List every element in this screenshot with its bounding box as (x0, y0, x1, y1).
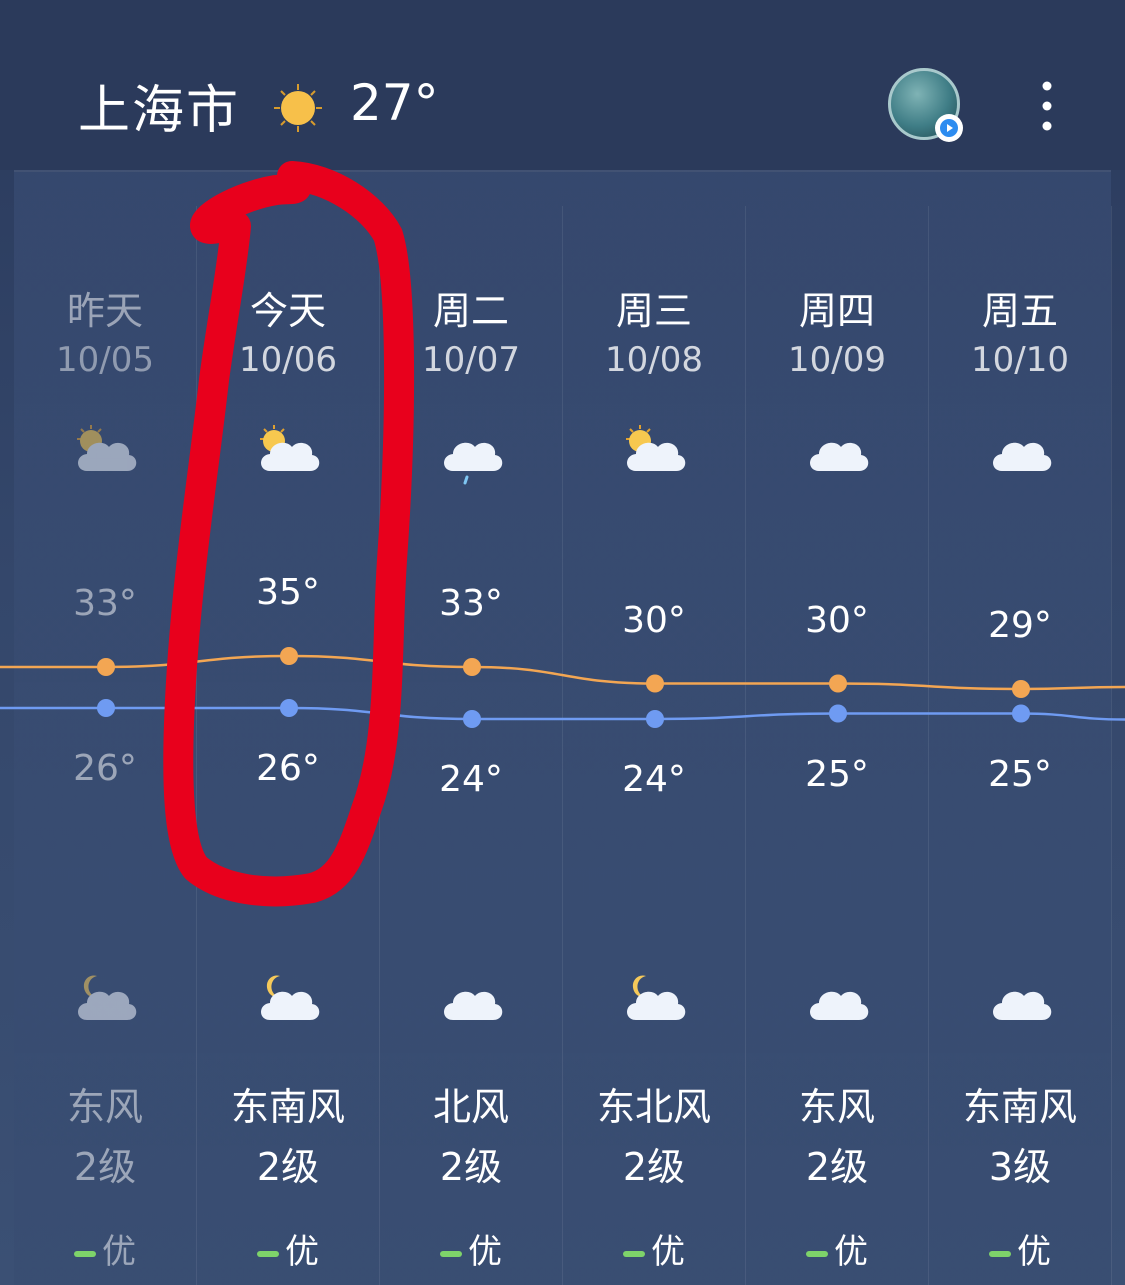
air-quality-indicator (440, 1250, 462, 1257)
wind-direction: 东北风 (596, 1085, 711, 1129)
partly-cloudy-icon (77, 425, 137, 471)
air-quality: 优 (14, 1224, 196, 1273)
low-temperature: 24° (622, 759, 686, 800)
date-label: 10/08 (605, 340, 703, 380)
air-quality-label: 优 (1017, 1232, 1051, 1272)
air-quality-label: 优 (102, 1232, 136, 1272)
sun-icon (274, 84, 322, 132)
light-rain-icon (444, 442, 503, 485)
cloudy-night-icon (627, 975, 686, 1020)
high-temperature: 33° (439, 583, 503, 624)
low-temperature: 24° (439, 759, 503, 800)
current-temperature: 27° (350, 74, 439, 132)
cloudy-night-icon (261, 975, 320, 1020)
high-temperature: 35° (256, 572, 320, 613)
forecast-day-column[interactable]: 周二 10/07 33° 24° 北风 2级优 (380, 206, 563, 1285)
wind-level: 2级 (805, 1145, 869, 1189)
air-quality: 优 (563, 1224, 745, 1273)
cloud-icon (993, 991, 1052, 1020)
date-label: 10/10 (971, 340, 1069, 380)
low-temperature: 25° (988, 753, 1052, 795)
air-quality-label: 优 (651, 1232, 685, 1272)
date-label: 10/07 (422, 340, 520, 380)
wind-level: 2级 (439, 1145, 503, 1189)
partly-cloudy-icon (626, 425, 686, 471)
low-temperature: 26° (256, 748, 320, 789)
wind-level: 3级 (988, 1145, 1052, 1189)
wind-level: 2级 (73, 1145, 137, 1189)
air-quality-indicator (623, 1250, 645, 1257)
cloudy-night-icon (78, 975, 137, 1020)
air-quality-label: 优 (285, 1232, 319, 1272)
day-label: 昨天 (66, 289, 143, 333)
day-label: 周五 (981, 289, 1058, 333)
air-quality-indicator (74, 1250, 96, 1257)
low-temperature: 26° (73, 748, 137, 789)
day-label: 周三 (615, 289, 692, 333)
wind-level: 2级 (256, 1145, 320, 1189)
air-quality-label: 优 (468, 1232, 502, 1272)
top-bar: 上海市 27° (0, 0, 1125, 170)
cloud-icon (993, 442, 1052, 471)
partly-cloudy-icon (260, 425, 320, 471)
wind-direction: 东风 (798, 1085, 875, 1129)
air-quality: 优 (929, 1224, 1111, 1273)
day-label: 今天 (249, 289, 326, 333)
forecast-day-column[interactable]: 周三 10/08 30° 24° 东北风 2级优 (563, 206, 746, 1285)
air-quality-indicator (257, 1250, 279, 1257)
cloud-icon (444, 991, 503, 1020)
wind-direction: 东南风 (230, 1085, 345, 1129)
day-label: 周四 (798, 289, 875, 333)
date-label: 10/05 (56, 340, 154, 380)
high-temperature: 29° (988, 605, 1052, 646)
more-vertical-icon[interactable] (1030, 78, 1064, 134)
forecast-day-column[interactable]: 昨天 10/05 33° 26° 东风 2级优 (14, 206, 197, 1285)
low-temperature: 25° (805, 753, 869, 795)
wind-direction: 东风 (66, 1085, 143, 1129)
play-badge-icon (935, 114, 963, 142)
city-name[interactable]: 上海市 (78, 68, 240, 143)
cloud-icon (810, 991, 869, 1020)
air-quality-indicator (806, 1250, 828, 1257)
air-quality-indicator (989, 1250, 1011, 1257)
forecast-day-column[interactable]: 今天 10/06 35° 26° 东南风 2级优 (197, 206, 380, 1285)
air-quality: 优 (746, 1224, 928, 1273)
air-quality: 优 (380, 1224, 562, 1273)
air-quality-label: 优 (834, 1232, 868, 1272)
wind-level: 2级 (622, 1145, 686, 1189)
cloud-icon (810, 442, 869, 471)
wind-direction: 东南风 (962, 1085, 1077, 1129)
high-temperature: 30° (805, 599, 869, 641)
high-temperature: 33° (73, 583, 137, 624)
forecast-day-column[interactable]: 周四 10/09 30° 25° 东风 2级优 (746, 206, 929, 1285)
weather-app: 上海市 27° 昨天 10/05 33° 26° 东风 2级优 今天 10/06 35° 26° 东… (0, 0, 1125, 1285)
high-temperature: 30° (622, 599, 686, 641)
wind-direction: 北风 (432, 1085, 509, 1129)
day-label: 周二 (432, 289, 509, 333)
air-quality: 优 (197, 1224, 379, 1273)
date-label: 10/06 (239, 340, 337, 380)
forecast-day-column[interactable]: 周五 10/10 29° 25° 东南风 3级优 (929, 206, 1112, 1285)
date-label: 10/09 (788, 340, 886, 380)
